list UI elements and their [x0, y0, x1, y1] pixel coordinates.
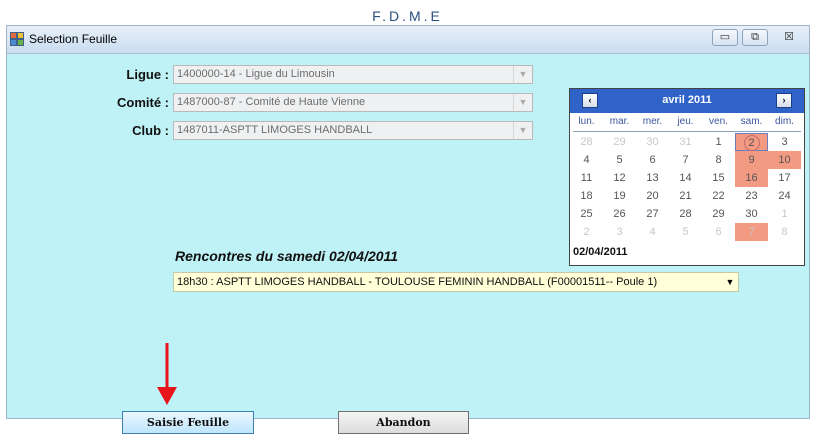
- calendar-day[interactable]: 27: [636, 205, 669, 223]
- calendar-day[interactable]: 19: [603, 187, 636, 205]
- calendar-day[interactable]: 1: [702, 133, 735, 151]
- calendar-day[interactable]: 12: [603, 169, 636, 187]
- calendar-day[interactable]: 29: [603, 133, 636, 151]
- calendar-day[interactable]: 5: [669, 223, 702, 241]
- weekday-row: lun. mar. mer. jeu. ven. sam. dim.: [570, 116, 804, 130]
- club-label: Club :: [132, 123, 169, 138]
- abandon-button[interactable]: Abandon: [338, 411, 469, 434]
- app-icon: [10, 32, 24, 46]
- match-value: 18h30 : ASPTT LIMOGES HANDBALL - TOULOUS…: [177, 276, 658, 288]
- calendar-day[interactable]: 6: [636, 151, 669, 169]
- weekday-label: jeu.: [677, 116, 694, 127]
- calendar-day[interactable]: 15: [702, 169, 735, 187]
- weekday-label: dim.: [775, 116, 794, 127]
- ligue-value: 1400000-14 - Ligue du Limousin: [177, 68, 335, 80]
- calendar-day[interactable]: 3: [603, 223, 636, 241]
- calendar-header: ‹ avril 2011 ›: [570, 89, 804, 113]
- saisie-feuille-button[interactable]: Saisie Feuille: [122, 411, 254, 434]
- calendar-day[interactable]: 2: [735, 133, 768, 151]
- calendar-month-label[interactable]: avril 2011: [610, 94, 764, 106]
- matches-heading: Rencontres du samedi 02/04/2011: [175, 248, 399, 264]
- calendar-day[interactable]: 4: [570, 151, 603, 169]
- calendar-day[interactable]: 3: [768, 133, 801, 151]
- calendar-day[interactable]: 7: [669, 151, 702, 169]
- calendar-day[interactable]: 8: [702, 151, 735, 169]
- ligue-label: Ligue :: [126, 67, 169, 82]
- club-dropdown[interactable]: 1487011-ASPTT LIMOGES HANDBALL ▼: [173, 121, 533, 140]
- today-circle-icon: 2: [743, 135, 760, 151]
- calendar-day[interactable]: 23: [735, 187, 768, 205]
- calendar-day[interactable]: 21: [669, 187, 702, 205]
- weekday-label: mer.: [642, 116, 663, 127]
- weekday-label: mar.: [609, 116, 630, 127]
- calendar-day[interactable]: 31: [669, 133, 702, 151]
- calendar-day[interactable]: 6: [702, 223, 735, 241]
- chevron-down-icon[interactable]: ▼: [722, 273, 738, 291]
- selection-window: Selection Feuille ▭ ⧉ ☒ Ligue : 1400000-…: [6, 25, 810, 434]
- minimize-button[interactable]: ▭: [712, 29, 738, 46]
- match-dropdown[interactable]: 18h30 : ASPTT LIMOGES HANDBALL - TOULOUS…: [173, 272, 739, 292]
- calendar-today-label[interactable]: 02/04/2011: [573, 246, 627, 258]
- comite-dropdown[interactable]: 1487000-87 - Comité de Haute Vienne ▼: [173, 93, 533, 112]
- calendar-day[interactable]: 14: [669, 169, 702, 187]
- title-bar[interactable]: Selection Feuille ▭ ⧉ ☒: [7, 26, 809, 54]
- calendar-day[interactable]: 10: [768, 151, 801, 169]
- calendar-day[interactable]: 1: [768, 205, 801, 223]
- weekday-label: lun.: [578, 116, 595, 127]
- calendar-day[interactable]: 4: [636, 223, 669, 241]
- calendar-day[interactable]: 22: [702, 187, 735, 205]
- calendar-day[interactable]: 9: [735, 151, 768, 169]
- calendar-day-grid: 28 29 30 31 1 2 3 4 5 6 7 8 9 10 11 12 13 14 15 16 17 18 19 20 2…: [570, 133, 804, 241]
- month-calendar[interactable]: ‹ avril 2011 › lun. mar. mer. jeu. ven. …: [569, 88, 805, 266]
- club-value: 1487011-ASPTT LIMOGES HANDBALL: [177, 124, 373, 136]
- calendar-day[interactable]: 20: [636, 187, 669, 205]
- calendar-day[interactable]: 5: [603, 151, 636, 169]
- chevron-down-icon[interactable]: ▼: [513, 94, 532, 111]
- calendar-day[interactable]: 25: [570, 205, 603, 223]
- calendar-day[interactable]: 30: [735, 205, 768, 223]
- prev-month-button[interactable]: ‹: [582, 93, 598, 108]
- calendar-day[interactable]: 2: [570, 223, 603, 241]
- calendar-day[interactable]: 26: [603, 205, 636, 223]
- calendar-day[interactable]: 16: [735, 169, 768, 187]
- calendar-day[interactable]: 29: [702, 205, 735, 223]
- close-button[interactable]: ☒: [775, 29, 803, 46]
- maximize-button[interactable]: ⧉: [742, 29, 768, 46]
- calendar-day[interactable]: 28: [669, 205, 702, 223]
- calendar-divider: [573, 131, 801, 132]
- calendar-day[interactable]: 24: [768, 187, 801, 205]
- calendar-day[interactable]: 7: [735, 223, 768, 241]
- next-month-button[interactable]: ›: [776, 93, 792, 108]
- window-title: Selection Feuille: [29, 32, 118, 46]
- calendar-day[interactable]: 18: [570, 187, 603, 205]
- calendar-day[interactable]: 11: [570, 169, 603, 187]
- calendar-day[interactable]: 28: [570, 133, 603, 151]
- chevron-down-icon[interactable]: ▼: [513, 66, 532, 83]
- ligue-dropdown[interactable]: 1400000-14 - Ligue du Limousin ▼: [173, 65, 533, 84]
- client-area: Ligue : 1400000-14 - Ligue du Limousin ▼…: [7, 54, 809, 434]
- calendar-day[interactable]: 8: [768, 223, 801, 241]
- weekday-label: sam.: [740, 116, 763, 127]
- comite-label: Comité :: [117, 95, 169, 110]
- comite-value: 1487000-87 - Comité de Haute Vienne: [177, 96, 366, 108]
- app-header: F.D.M.E: [372, 8, 443, 24]
- calendar-day[interactable]: 17: [768, 169, 801, 187]
- red-arrow-icon: [157, 343, 177, 405]
- weekday-label: ven.: [709, 116, 728, 127]
- chevron-down-icon[interactable]: ▼: [513, 122, 532, 139]
- calendar-day[interactable]: 13: [636, 169, 669, 187]
- calendar-day[interactable]: 30: [636, 133, 669, 151]
